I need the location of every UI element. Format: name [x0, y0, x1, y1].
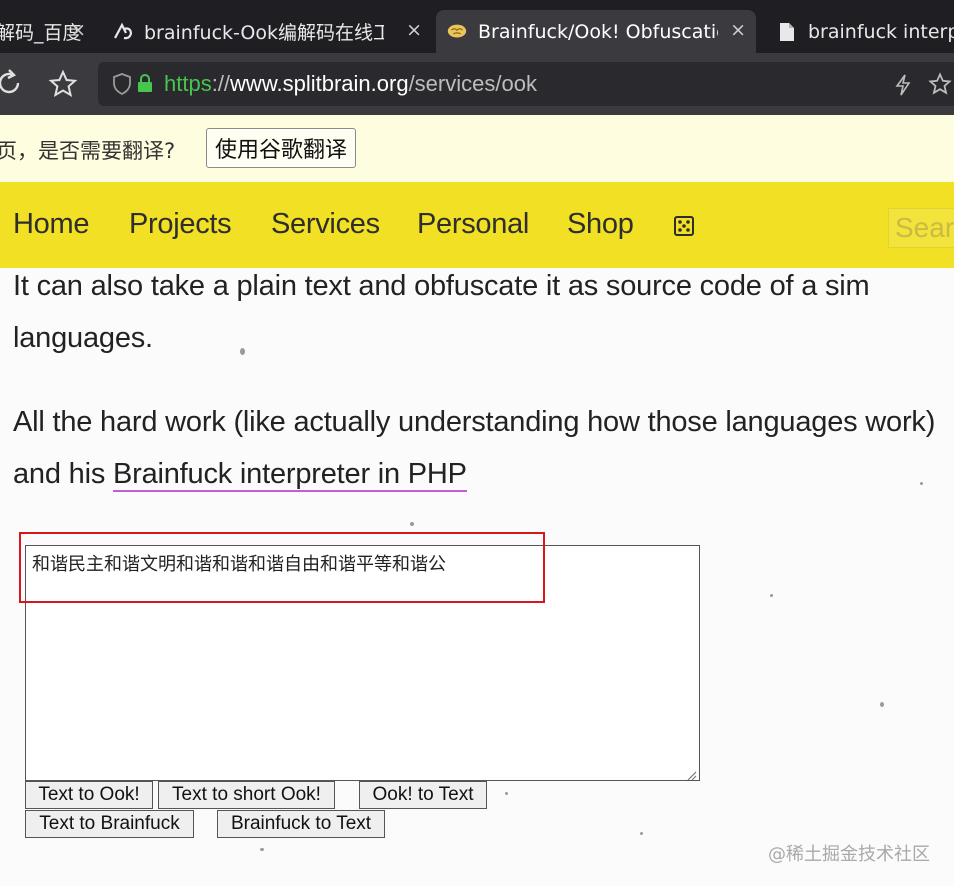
converter-textarea-frame: 和谐民主和谐文明和谐和谐和谐自由和谐平等和谐公 [25, 545, 700, 781]
url-scheme: https [164, 71, 212, 96]
site-search[interactable] [888, 208, 954, 248]
address-bar[interactable]: https://www.splitbrain.org/services/ook [98, 62, 954, 106]
brainfuck-interpreter-link[interactable]: Brainfuck interpreter in PHP [112, 458, 467, 492]
background-speck [880, 702, 884, 707]
background-speck [240, 348, 245, 355]
url-host: www.splitbrain.org [230, 71, 409, 96]
shield-icon[interactable] [112, 73, 132, 99]
text-to-short-ook-button[interactable]: Text to short Ook! [158, 781, 335, 809]
background-speck [640, 832, 643, 835]
brain-icon [446, 21, 468, 43]
tab-brainfuck-interpreter[interactable]: brainfuck interpreter [776, 10, 954, 53]
credits-prefix: and his [13, 458, 113, 490]
tab-title: Brainfuck/Ook! Obfuscation [478, 20, 718, 43]
url-text: https://www.splitbrain.org/services/ook [164, 71, 537, 97]
intro-line-2: languages. [13, 322, 153, 354]
background-speck [920, 482, 923, 485]
favorite-star-icon[interactable] [928, 72, 952, 100]
tab-brainfuck-tool[interactable]: brainfuck-Ook编解码在线工具 × [112, 10, 432, 53]
browser-tab-strip: 解码_百度 × brainfuck-Ook编解码在线工具 × Brainfuck… [0, 0, 954, 53]
document-icon [776, 21, 798, 43]
background-speck [410, 522, 414, 526]
brainfuck-to-text-button[interactable]: Brainfuck to Text [217, 810, 385, 838]
resize-grip-icon[interactable] [685, 766, 697, 781]
translate-bar: 页，是否需要翻译? 使用谷歌翻译 [0, 115, 954, 183]
background-speck [505, 792, 508, 795]
close-icon[interactable]: × [70, 19, 86, 41]
lightning-icon[interactable] [894, 74, 912, 100]
intro-line-1: It can also take a plain text and obfusc… [13, 270, 870, 302]
nav-shop[interactable]: Shop [567, 208, 634, 241]
lock-icon[interactable] [136, 73, 154, 97]
text-to-brainfuck-button[interactable]: Text to Brainfuck [25, 810, 194, 838]
nav-projects[interactable]: Projects [129, 208, 232, 241]
close-icon[interactable]: × [406, 19, 422, 41]
bookmark-star-icon[interactable] [48, 69, 78, 103]
nav-personal[interactable]: Personal [417, 208, 529, 241]
google-translate-button[interactable]: 使用谷歌翻译 [206, 128, 357, 168]
tab-baidu[interactable]: 解码_百度 × [0, 10, 96, 53]
brand-logo-icon [112, 21, 134, 43]
page-content: Home Projects Services Personal Shop It … [0, 182, 954, 886]
credits-line-1: All the hard work (like actually underst… [13, 406, 936, 438]
watermark: @稀土掘金技术社区 [768, 844, 930, 865]
tab-title: brainfuck interpreter [808, 20, 954, 43]
reload-icon[interactable] [0, 69, 24, 101]
search-input[interactable] [889, 209, 954, 247]
url-path: /services/ook [408, 71, 537, 96]
url-separator: :// [211, 71, 231, 96]
credits-line-2: and his Brainfuck interpreter in PHP [13, 458, 467, 492]
nav-services[interactable]: Services [271, 208, 380, 241]
close-icon[interactable]: × [730, 19, 746, 41]
ook-to-text-button[interactable]: Ook! to Text [359, 781, 487, 809]
converter-input[interactable]: 和谐民主和谐文明和谐和谐和谐自由和谐平等和谐公 [26, 546, 699, 780]
dice-icon[interactable] [674, 216, 694, 240]
site-navigation: Home Projects Services Personal Shop [0, 182, 954, 268]
browser-toolbar: https://www.splitbrain.org/services/ook [0, 53, 954, 115]
background-speck [260, 848, 264, 851]
translate-prompt: 页，是否需要翻译? [0, 139, 176, 163]
background-speck [770, 594, 773, 597]
nav-home[interactable]: Home [13, 208, 89, 241]
tab-title: brainfuck-Ook编解码在线工具 [144, 22, 384, 44]
tab-brainfuck-ook[interactable]: Brainfuck/Ook! Obfuscation × [436, 10, 756, 53]
text-to-ook-button[interactable]: Text to Ook! [25, 781, 153, 809]
